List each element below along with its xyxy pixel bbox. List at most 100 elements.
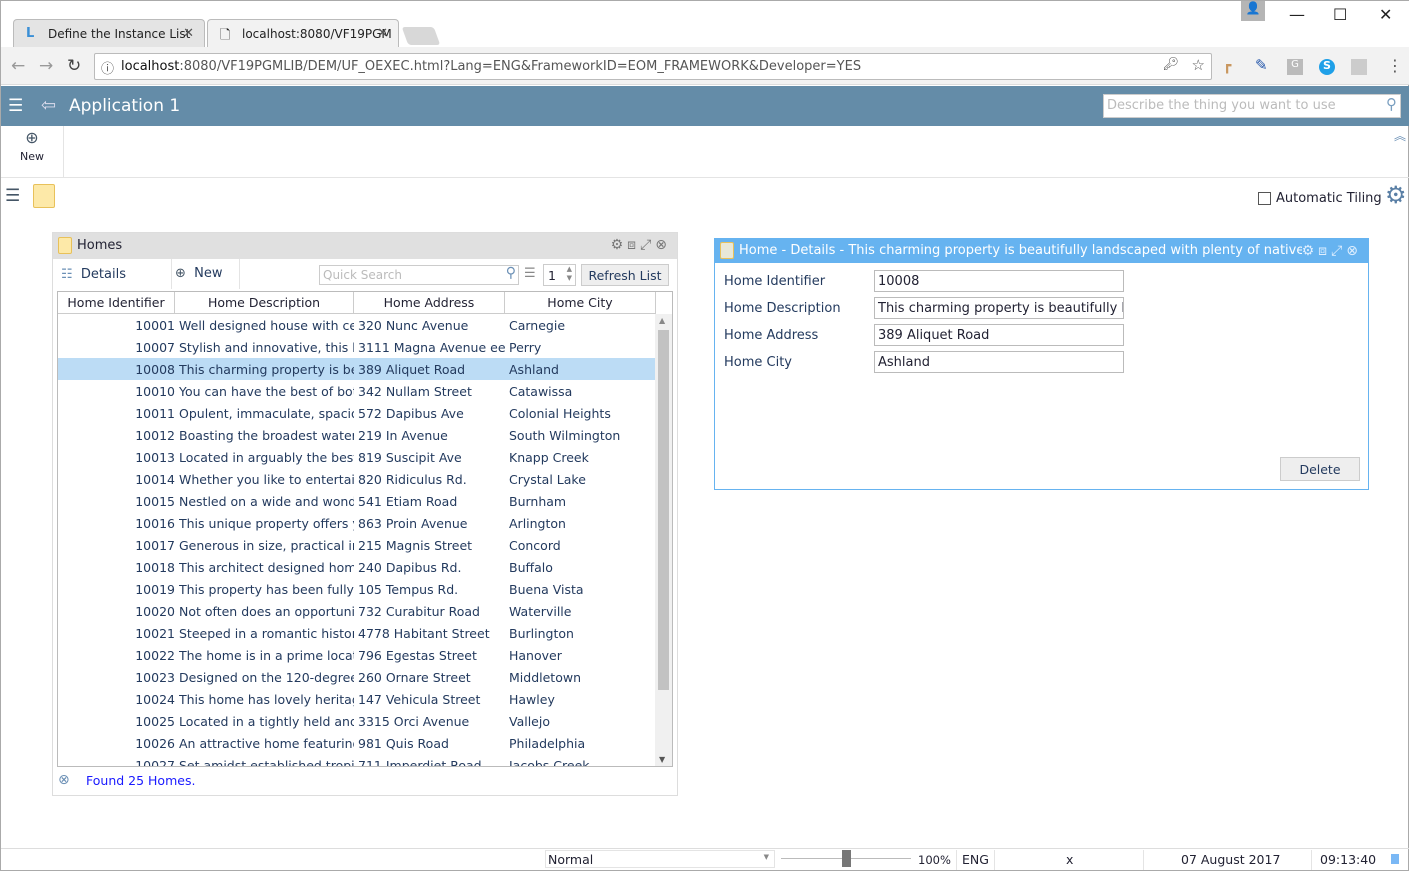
close-panel-icon[interactable]: ⊗ <box>1346 243 1362 259</box>
automatic-tiling-checkbox[interactable] <box>1258 192 1271 205</box>
cell-identifier: 10010 <box>135 384 175 399</box>
details-button[interactable]: ☷ Details <box>61 267 126 282</box>
cell-address: 541 Etiam Road <box>358 494 458 509</box>
restore-icon[interactable]: ⧈ <box>1318 243 1331 259</box>
grid-scrollbar[interactable]: ▲ ▼ <box>655 314 672 766</box>
cell-description: Located in arguably the best <box>179 450 354 465</box>
page-icon: 🗋 <box>220 28 231 43</box>
table-row[interactable]: 10020 Not often does an opportunit 732 Cur… <box>58 600 655 622</box>
zoom-slider-thumb[interactable] <box>842 850 851 867</box>
profile-icon[interactable]: 👤 <box>1241 1 1265 21</box>
table-row[interactable]: 10018 This architect designed home 240 Dap… <box>58 556 655 578</box>
table-row[interactable]: 10022 The home is in a prime locati 796 Eg… <box>58 644 655 666</box>
refresh-list-button[interactable]: Refresh List <box>581 264 669 286</box>
bookmark-star-icon[interactable]: ☆ <box>1192 56 1205 74</box>
pdf-icon[interactable] <box>1351 59 1367 75</box>
list-menu-icon[interactable]: ☰ <box>5 186 20 206</box>
column-header-address[interactable]: Home Address <box>354 292 505 314</box>
cell-description: This architect designed home <box>179 560 354 575</box>
field-input[interactable]: 389 Aliquet Road <box>874 324 1124 346</box>
scroll-down-icon[interactable]: ▼ <box>659 755 665 764</box>
collapse-up-icon[interactable]: ︽ <box>1394 127 1406 144</box>
cell-address: 819 Suscipit Ave <box>358 450 462 465</box>
close-tab-icon[interactable]: ✕ <box>377 26 388 41</box>
table-row[interactable]: 10026 An attractive home featuring 981 Qui… <box>58 732 655 754</box>
restore-icon[interactable]: ⧈ <box>627 237 640 253</box>
forward-icon[interactable]: → <box>39 56 53 76</box>
table-row[interactable]: 10024 This home has lovely heritag 147 Veh… <box>58 688 655 710</box>
table-row[interactable]: 10027 Set amidst established tropic 711 Im… <box>58 754 655 766</box>
table-row[interactable]: 10015 Nestled on a wide and wonde 541 Etia… <box>58 490 655 512</box>
zoom-percent: 100% <box>918 853 951 867</box>
details-label: Details <box>80 267 126 282</box>
search-icon[interactable]: ⚲ <box>506 265 516 281</box>
new-label: New <box>194 266 223 281</box>
scrollbar-thumb[interactable] <box>658 330 669 690</box>
maximize-icon[interactable]: ⤢ <box>640 237 655 253</box>
table-row[interactable]: 10007 Stylish and innovative, this h 3111 … <box>58 336 655 358</box>
cell-address: 3111 Magna Avenue eee <box>358 340 505 355</box>
column-header-identifier[interactable]: Home Identifier <box>58 292 175 314</box>
new-command-button[interactable]: ⊕ New <box>1 126 64 177</box>
close-window-button[interactable]: ✕ <box>1379 5 1392 24</box>
document-icon <box>720 242 734 259</box>
hamburger-menu-icon[interactable]: ☰ <box>8 96 23 116</box>
g-extension-icon[interactable]: G <box>1287 59 1303 75</box>
style-select[interactable]: Normal ▼ <box>545 850 775 868</box>
page-stepper[interactable]: 1 ▲ ▼ <box>543 264 576 286</box>
browser-tab-localhost[interactable]: 🗋 localhost:8080/VF19PGM ✕ <box>207 19 399 47</box>
delete-button[interactable]: Delete <box>1280 457 1360 481</box>
table-row[interactable]: 10010 You can have the best of bot 342 Nul… <box>58 380 655 402</box>
table-row[interactable]: 10017 Generous in size, practical in 215 M… <box>58 534 655 556</box>
settings-icon[interactable]: ⚙ <box>1302 243 1319 259</box>
new-home-button[interactable]: ⊕ New <box>175 266 223 281</box>
table-row[interactable]: 10023 Designed on the 120-degree 260 Ornar… <box>58 666 655 688</box>
table-row[interactable]: 10008 This charming property is be 389 Ali… <box>58 358 655 380</box>
settings-icon[interactable]: ⚙ <box>611 237 628 253</box>
maximize-icon[interactable]: ⤢ <box>1331 243 1346 259</box>
app-search-input[interactable]: Describe the thing you want to use ⚲ <box>1103 94 1401 118</box>
eyedropper-icon[interactable]: ✎ <box>1255 56 1268 74</box>
field-input[interactable]: Ashland <box>874 351 1124 373</box>
table-row[interactable]: 10025 Located in a tightly held and 3315 O… <box>58 710 655 732</box>
column-header-city[interactable]: Home City <box>505 292 656 314</box>
field-input[interactable]: 10008 <box>874 270 1124 292</box>
table-row[interactable]: 10014 Whether you like to entertair 820 Ri… <box>58 468 655 490</box>
quick-search-input[interactable]: Quick Search ⚲ <box>319 265 519 285</box>
divider <box>994 850 995 870</box>
new-tab-button[interactable] <box>401 27 441 45</box>
close-panel-icon[interactable]: ⊗ <box>655 237 671 253</box>
table-row[interactable]: 10013 Located in arguably the best 819 Sus… <box>58 446 655 468</box>
homes-grid: Home Identifier Home Description Home Ad… <box>57 291 673 767</box>
field-input[interactable]: This charming property is beautifully la… <box>874 297 1124 319</box>
address-bar[interactable]: ⓘ localhost:8080/VF19PGMLIB/DEM/UF_OEXEC… <box>94 53 1212 80</box>
browser-tab-define-instance-list[interactable]: L Define the Instance List ✕ <box>13 19 205 47</box>
key-icon[interactable]: 🔑︎ <box>1162 57 1179 72</box>
stepper-arrows-icon[interactable]: ▲ ▼ <box>567 265 572 283</box>
cell-city: Hanover <box>509 648 562 663</box>
table-row[interactable]: 10021 Steeped in a romantic histor 4778 Ha… <box>58 622 655 644</box>
back-icon[interactable]: ← <box>11 56 25 76</box>
table-row[interactable]: 10019 This property has been fully r 105 T… <box>58 578 655 600</box>
back-arrow-icon[interactable]: ⇦ <box>41 95 56 116</box>
table-row[interactable]: 10001 Well designed house with cer 320 Nun… <box>58 314 655 336</box>
extension-icon[interactable]: ┏ <box>1223 58 1231 74</box>
maximize-button[interactable]: ☐ <box>1333 5 1347 24</box>
settings-gear-icon[interactable]: ⚙ <box>1385 181 1407 209</box>
column-header-description[interactable]: Home Description <box>175 292 354 314</box>
scroll-up-icon[interactable]: ▲ <box>659 316 665 325</box>
table-row[interactable]: 10011 Opulent, immaculate, spaciou 572 Dap… <box>58 402 655 424</box>
search-icon[interactable]: ⚲ <box>1386 95 1397 113</box>
minimize-button[interactable]: — <box>1289 5 1305 24</box>
skype-icon[interactable]: S <box>1319 59 1335 75</box>
menu-dots-icon[interactable]: ⋮ <box>1387 56 1403 75</box>
close-tab-icon[interactable]: ✕ <box>183 26 194 41</box>
dismiss-status-icon[interactable]: ⊗ <box>58 772 70 788</box>
cell-address: 572 Dapibus Ave <box>358 406 464 421</box>
table-row[interactable]: 10012 Boasting the broadest water 219 In A… <box>58 424 655 446</box>
status-date: 07 August 2017 <box>1181 852 1281 867</box>
document-icon[interactable] <box>33 184 55 208</box>
table-row[interactable]: 10016 This unique property offers y 863 Pr… <box>58 512 655 534</box>
reload-icon[interactable]: ↻ <box>67 56 81 76</box>
cell-identifier: 10023 <box>135 670 175 685</box>
